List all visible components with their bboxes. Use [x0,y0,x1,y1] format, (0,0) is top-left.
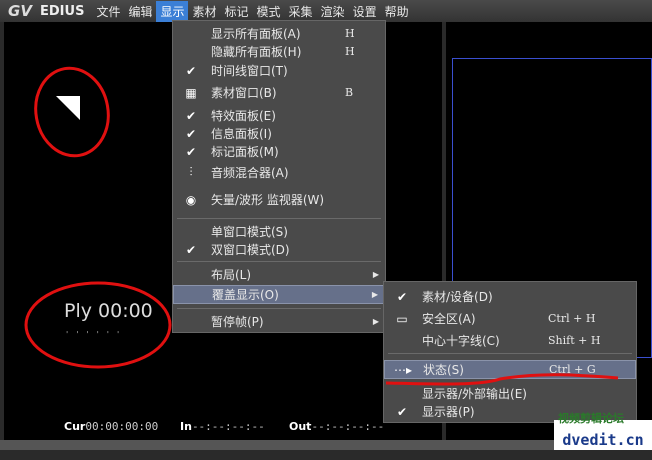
annotation-underline [385,373,619,386]
annotation-circle-timecode [24,281,172,369]
annotation-circle-play [34,66,110,158]
red-annotations [24,66,619,386]
